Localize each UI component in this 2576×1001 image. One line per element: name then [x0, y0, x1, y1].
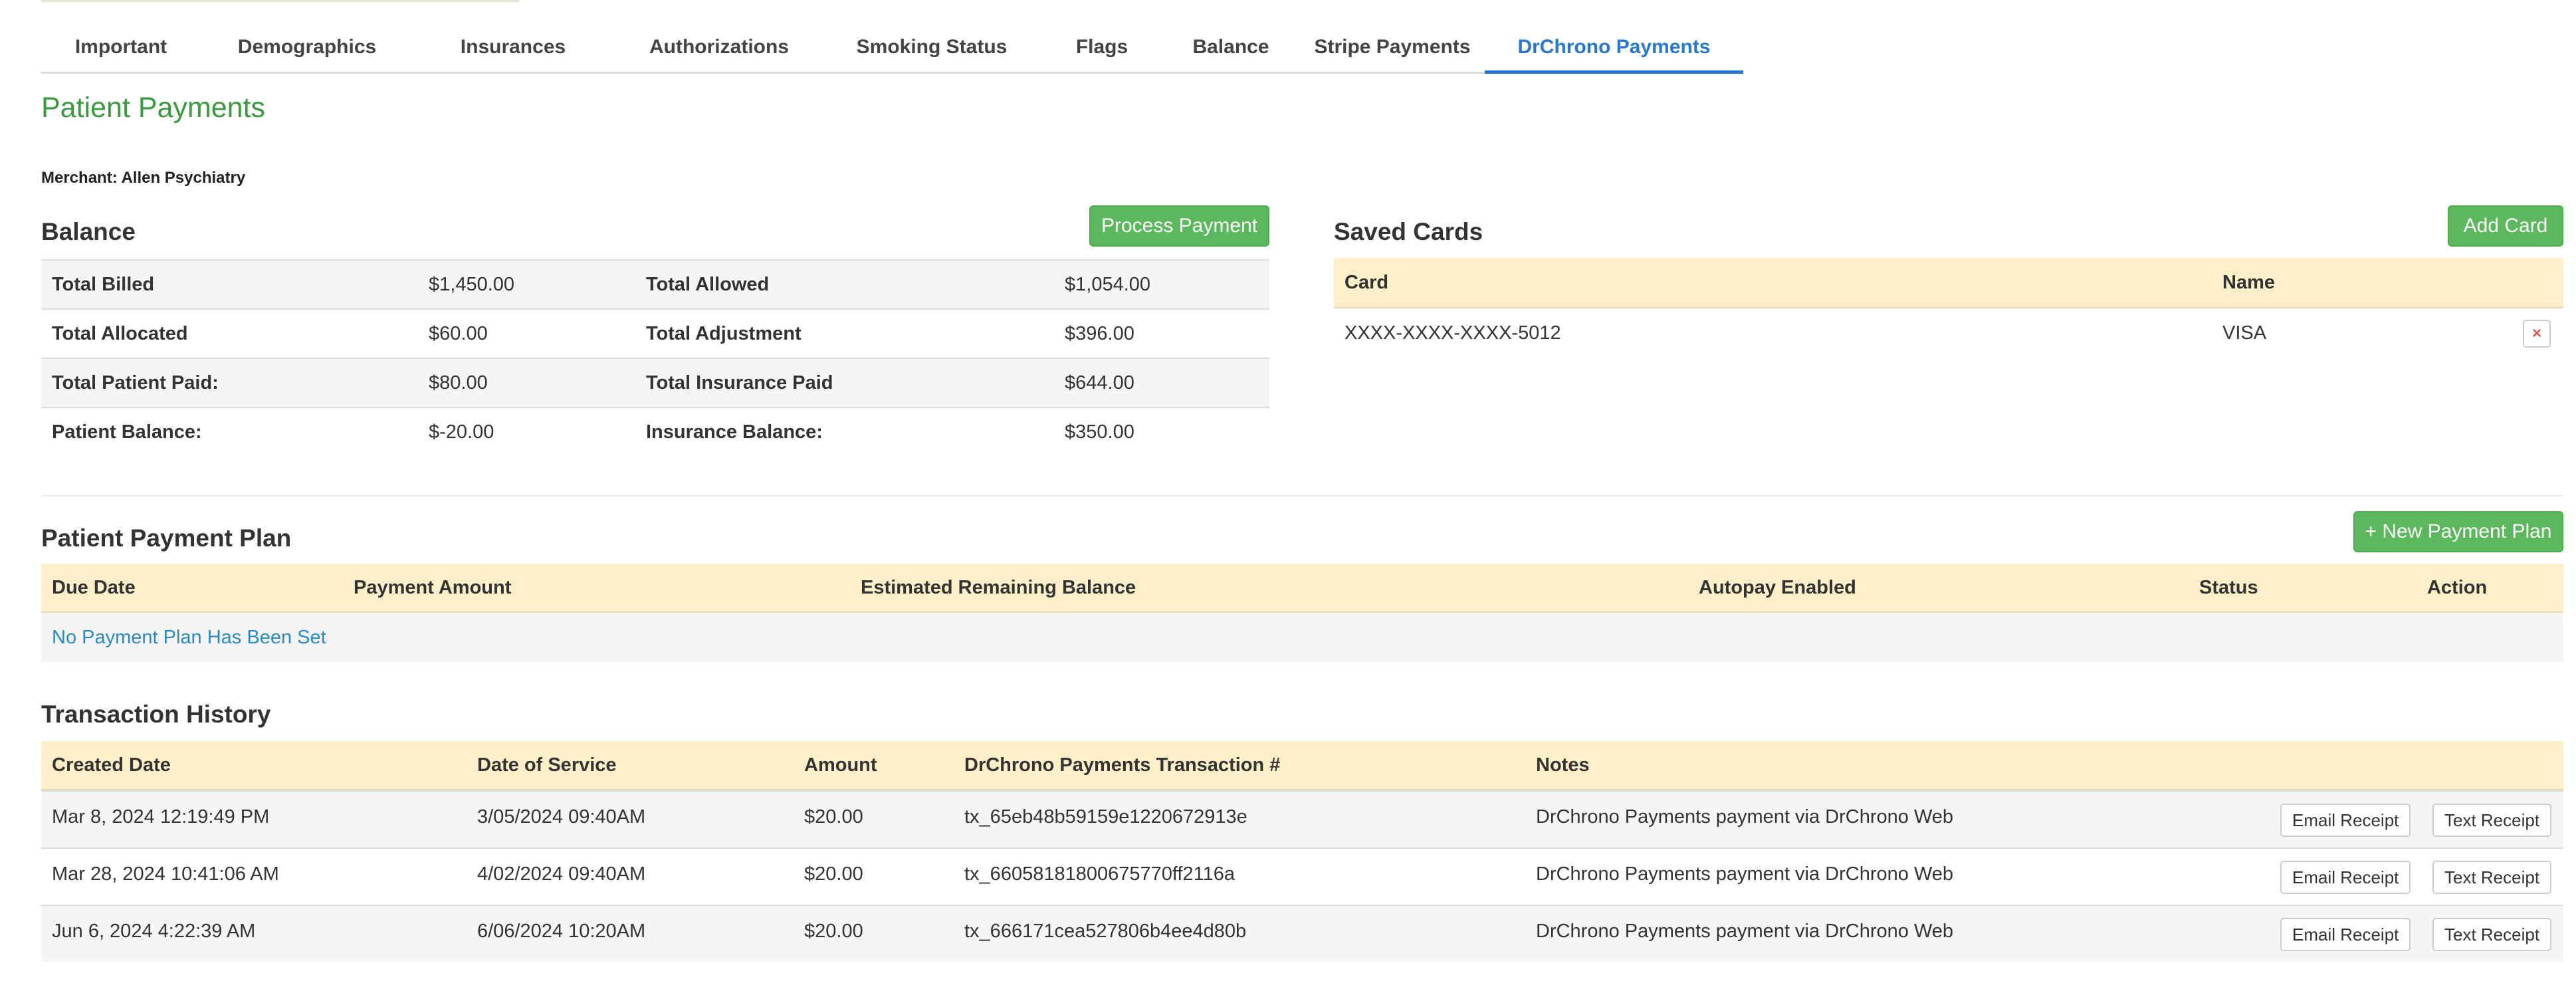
balance-value: $644.00 [1065, 372, 1134, 393]
process-payment-button[interactable]: Process Payment [1089, 205, 1269, 247]
date-of-service: 3/05/2024 09:40AM [477, 806, 646, 828]
created-date: Jun 6, 2024 4:22:39 AM [52, 921, 256, 942]
created-date: Mar 28, 2024 10:41:06 AM [52, 863, 279, 885]
balance-value: $1,054.00 [1065, 274, 1151, 295]
section-divider [41, 495, 2563, 497]
payment-amount-header: Payment Amount [354, 577, 512, 598]
text-receipt-button[interactable]: Text Receipt [2432, 804, 2552, 837]
transaction-number-header: DrChrono Payments Transaction # [964, 754, 1281, 776]
due-date-header: Due Date [52, 577, 136, 598]
saved-cards-title: Saved Cards [1334, 218, 1483, 245]
name-column-header: Name [2222, 272, 2275, 293]
tab-stripe-payments[interactable]: Stripe Payments [1296, 25, 1489, 72]
email-receipt-button[interactable]: Email Receipt [2280, 918, 2411, 951]
remaining-balance-header: Estimated Remaining Balance [861, 577, 1136, 598]
amount: $20.00 [804, 921, 863, 942]
page-title: Patient Payments [41, 92, 266, 124]
text-receipt-button[interactable]: Text Receipt [2432, 918, 2552, 951]
notes: DrChrono Payments payment via DrChrono W… [1536, 863, 1954, 885]
balance-label: Total Allowed [646, 274, 770, 295]
patient-tabs: Important Demographics Insurances Author… [41, 25, 1743, 74]
autopay-header: Autopay Enabled [1699, 577, 1856, 598]
top-divider [41, 0, 520, 2]
balance-row: Patient Balance: $-20.00 Insurance Balan… [41, 407, 1269, 456]
balance-value: $-20.00 [429, 421, 494, 443]
notes-header: Notes [1536, 754, 1590, 776]
transaction-row: Jun 6, 2024 4:22:39 AM 6/06/2024 10:20AM… [41, 905, 2563, 962]
date-of-service-header: Date of Service [477, 754, 617, 776]
amount: $20.00 [804, 806, 863, 828]
tab-authorizations[interactable]: Authorizations [613, 25, 825, 72]
created-date: Mar 8, 2024 12:19:49 PM [52, 806, 270, 828]
balance-value: $80.00 [429, 372, 488, 393]
notes: DrChrono Payments payment via DrChrono W… [1536, 921, 1954, 942]
date-of-service: 4/02/2024 09:40AM [477, 863, 646, 885]
balance-label: Total Insurance Paid [646, 372, 833, 393]
transaction-number: tx_65eb48b59159e1220672913e [964, 806, 1247, 828]
merchant-label: Merchant: Allen Psychiatry [41, 169, 246, 187]
balance-label: Total Billed [52, 274, 155, 295]
status-header: Status [2199, 577, 2258, 598]
balance-label: Patient Balance: [52, 421, 202, 443]
transaction-header: Created Date Date of Service Amount DrCh… [41, 741, 2563, 790]
payment-plan-empty-row [41, 613, 2563, 662]
payment-plan-header: Due Date Payment Amount Estimated Remain… [41, 564, 2563, 613]
date-of-service: 6/06/2024 10:20AM [477, 921, 646, 942]
balance-row: Total Allocated $60.00 Total Adjustment … [41, 308, 1269, 358]
payment-plan-title: Patient Payment Plan [41, 524, 292, 552]
tab-demographics[interactable]: Demographics [201, 25, 413, 72]
card-name: VISA [2222, 322, 2267, 344]
notes: DrChrono Payments payment via DrChrono W… [1536, 806, 1954, 828]
tab-flags[interactable]: Flags [1038, 25, 1166, 72]
tab-smoking-status[interactable]: Smoking Status [825, 25, 1038, 72]
delete-card-icon[interactable]: × [2523, 320, 2551, 348]
transaction-row: Mar 28, 2024 10:41:06 AM 4/02/2024 09:40… [41, 847, 2563, 905]
add-card-button[interactable]: Add Card [2448, 205, 2563, 247]
balance-row: Total Patient Paid: $80.00 Total Insuran… [41, 358, 1269, 407]
email-receipt-button[interactable]: Email Receipt [2280, 861, 2411, 894]
card-column-header: Card [1344, 272, 1389, 293]
no-payment-plan-text: No Payment Plan Has Been Set [52, 627, 326, 648]
transaction-number: tx_666171cea527806b4ee4d80b [964, 921, 1247, 942]
balance-label: Total Adjustment [646, 323, 802, 344]
transaction-history-title: Transaction History [41, 701, 271, 728]
transaction-number: tx_66058181800675770ff2116a [964, 863, 1235, 885]
balance-value: $350.00 [1065, 421, 1134, 443]
balance-value: $1,450.00 [429, 274, 515, 295]
tab-insurances[interactable]: Insurances [413, 25, 613, 72]
balance-label: Total Allocated [52, 323, 188, 344]
saved-cards-header: Card Name [1334, 258, 2563, 308]
amount-header: Amount [804, 754, 877, 776]
balance-row: Total Billed $1,450.00 Total Allowed $1,… [41, 259, 1269, 308]
tab-important[interactable]: Important [41, 25, 201, 72]
new-payment-plan-button[interactable]: + New Payment Plan [2353, 511, 2563, 552]
transaction-row: Mar 8, 2024 12:19:49 PM 3/05/2024 09:40A… [41, 790, 2563, 847]
text-receipt-button[interactable]: Text Receipt [2432, 861, 2552, 894]
balance-value: $60.00 [429, 323, 488, 344]
created-date-header: Created Date [52, 754, 171, 776]
card-number: XXXX-XXXX-XXXX-5012 [1344, 322, 1561, 344]
tab-drchrono-payments[interactable]: DrChrono Payments [1485, 25, 1743, 74]
email-receipt-button[interactable]: Email Receipt [2280, 804, 2411, 837]
balance-value: $396.00 [1065, 323, 1134, 344]
balance-label: Insurance Balance: [646, 421, 823, 443]
action-header: Action [2427, 577, 2488, 598]
balance-label: Total Patient Paid: [52, 372, 219, 393]
amount: $20.00 [804, 863, 863, 885]
tab-balance[interactable]: Balance [1166, 25, 1296, 72]
balance-title: Balance [41, 218, 136, 245]
